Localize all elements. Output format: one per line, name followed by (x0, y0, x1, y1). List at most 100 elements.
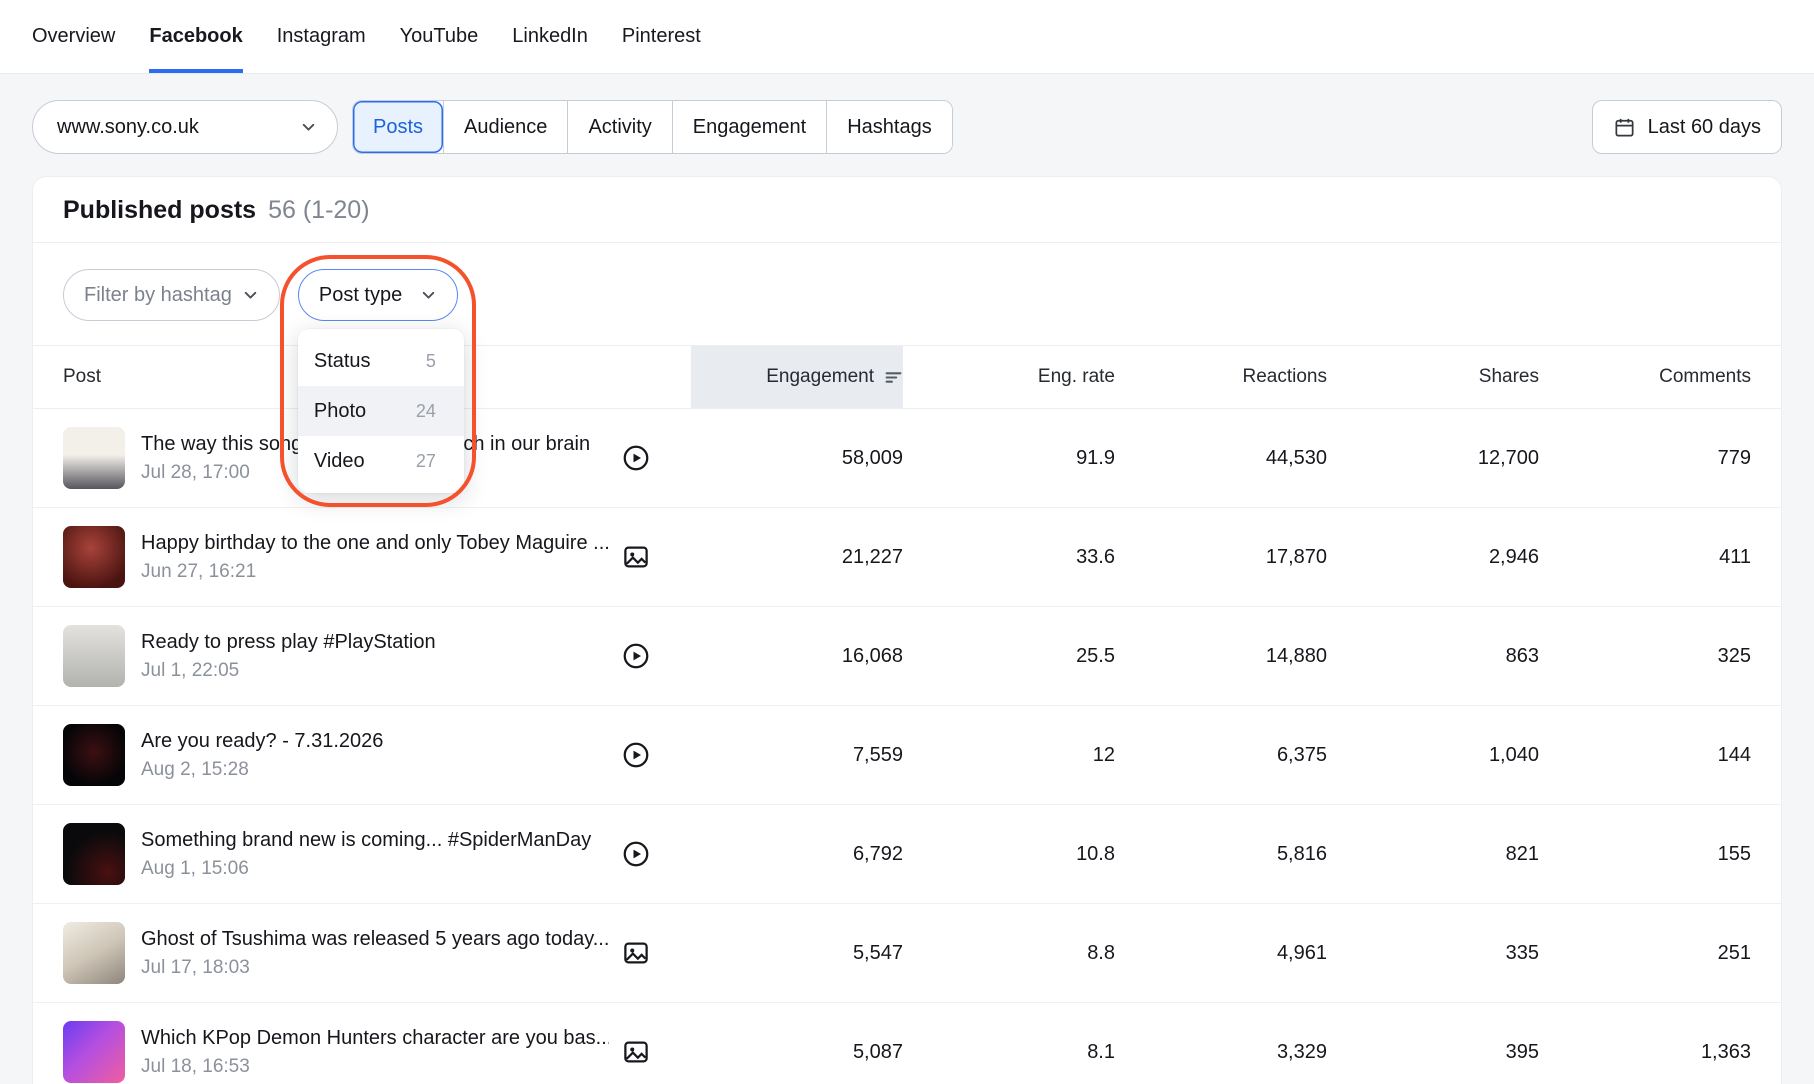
video-icon (621, 641, 651, 671)
post-thumbnail (63, 823, 125, 885)
post-type-menu: Status 5 Photo 24 Video 27 (298, 329, 464, 493)
comments-value: 155 (1539, 843, 1751, 866)
post-cell: Are you ready? - 7.31.2026 Aug 2, 15:28 (63, 724, 691, 786)
eng-rate-value: 8.8 (903, 942, 1115, 965)
post-cell: Which KPop Demon Hunters character are y… (63, 1021, 691, 1083)
menu-item-count: 27 (416, 451, 436, 472)
shares-value: 335 (1327, 942, 1539, 965)
tab-activity[interactable]: Activity (567, 101, 671, 153)
engagement-value: 7,559 (691, 744, 903, 767)
column-header-engagement[interactable]: Engagement (691, 346, 903, 408)
post-date: Aug 1, 15:06 (141, 858, 609, 880)
menu-item-status[interactable]: Status 5 (298, 336, 464, 386)
column-header-reactions[interactable]: Reactions (1115, 346, 1327, 408)
reactions-value: 3,329 (1115, 1041, 1327, 1064)
eng-rate-value: 33.6 (903, 546, 1115, 569)
nav-item-instagram[interactable]: Instagram (277, 0, 366, 73)
post-thumbnail (63, 625, 125, 687)
shares-value: 863 (1327, 645, 1539, 668)
eng-rate-value: 12 (903, 744, 1115, 767)
nav-item-pinterest[interactable]: Pinterest (622, 0, 701, 73)
post-text: Are you ready? - 7.31.2026 Aug 2, 15:28 (141, 730, 621, 781)
eng-rate-value: 8.1 (903, 1041, 1115, 1064)
date-range-button[interactable]: Last 60 days (1592, 100, 1782, 154)
date-range-label: Last 60 days (1648, 116, 1761, 139)
menu-item-label: Photo (314, 400, 366, 423)
table-row[interactable]: Ghost of Tsushima was released 5 years a… (33, 904, 1781, 1003)
reactions-value: 14,880 (1115, 645, 1327, 668)
nav-item-linkedin[interactable]: LinkedIn (512, 0, 588, 73)
table-row[interactable]: Ready to press play #PlayStation Jul 1, … (33, 607, 1781, 706)
shares-value: 1,040 (1327, 744, 1539, 767)
reactions-value: 6,375 (1115, 744, 1327, 767)
table-row[interactable]: Happy birthday to the one and only Tobey… (33, 508, 1781, 607)
menu-item-video[interactable]: Video 27 (298, 436, 464, 486)
tab-hashtags[interactable]: Hashtags (826, 101, 952, 153)
page-title: Published posts (63, 196, 256, 225)
section-tabs: Posts Audience Activity Engagement Hasht… (352, 100, 953, 154)
reactions-value: 44,530 (1115, 447, 1327, 470)
column-header-eng-rate[interactable]: Eng. rate (903, 346, 1115, 408)
table-row[interactable]: The way this song scratches every itch i… (33, 409, 1781, 508)
video-icon (621, 443, 651, 473)
posts-count: 56 (1-20) (268, 196, 369, 225)
post-type-dropdown[interactable]: Post type (298, 269, 458, 321)
filters-row: Filter by hashtag Post type Status 5 Pho… (33, 243, 1781, 345)
nav-item-overview[interactable]: Overview (32, 0, 115, 73)
filter-by-hashtag-label: Filter by hashtag (84, 284, 232, 307)
engagement-value: 21,227 (691, 546, 903, 569)
table-row[interactable]: Are you ready? - 7.31.2026 Aug 2, 15:28 … (33, 706, 1781, 805)
engagement-value: 58,009 (691, 447, 903, 470)
column-header-label: Engagement (766, 366, 874, 388)
post-title: Something brand new is coming... #Spider… (141, 829, 609, 852)
shares-value: 2,946 (1327, 546, 1539, 569)
post-thumbnail (63, 1021, 125, 1083)
post-text: Something brand new is coming... #Spider… (141, 829, 621, 880)
engagement-value: 5,547 (691, 942, 903, 965)
tab-audience[interactable]: Audience (443, 101, 567, 153)
toolbar: www.sony.co.uk Posts Audience Activity E… (0, 74, 1814, 154)
top-nav: Overview Facebook Instagram YouTube Link… (0, 0, 1814, 74)
column-header-shares[interactable]: Shares (1327, 346, 1539, 408)
video-icon (621, 740, 651, 770)
post-title: Are you ready? - 7.31.2026 (141, 730, 609, 753)
chevron-down-icon (242, 287, 259, 304)
sort-desc-icon (884, 368, 903, 387)
engagement-value: 5,087 (691, 1041, 903, 1064)
shares-value: 821 (1327, 843, 1539, 866)
menu-item-count: 24 (416, 401, 436, 422)
photo-icon (621, 938, 651, 968)
filter-by-hashtag-dropdown[interactable]: Filter by hashtag (63, 269, 280, 321)
table-row[interactable]: Which KPop Demon Hunters character are y… (33, 1003, 1781, 1084)
post-thumbnail (63, 526, 125, 588)
card-header: Published posts 56 (1-20) (33, 177, 1781, 243)
table-header: Post Engagement Eng. rate Reactions Shar… (33, 345, 1781, 409)
chevron-down-icon (300, 119, 317, 136)
tab-posts[interactable]: Posts (353, 101, 443, 153)
nav-item-youtube[interactable]: YouTube (400, 0, 479, 73)
post-date: Jul 18, 16:53 (141, 1056, 609, 1078)
menu-item-label: Status (314, 350, 371, 373)
menu-item-photo[interactable]: Photo 24 (298, 386, 464, 436)
post-title: Ready to press play #PlayStation (141, 631, 609, 654)
post-date: Jul 17, 18:03 (141, 957, 609, 979)
comments-value: 779 (1539, 447, 1751, 470)
column-header-comments[interactable]: Comments (1539, 346, 1751, 408)
reactions-value: 17,870 (1115, 546, 1327, 569)
tab-engagement[interactable]: Engagement (672, 101, 826, 153)
domain-select[interactable]: www.sony.co.uk (32, 100, 338, 154)
menu-item-count: 5 (426, 351, 436, 372)
published-posts-card: Published posts 56 (1-20) Filter by hash… (32, 176, 1782, 1084)
table-row[interactable]: Something brand new is coming... #Spider… (33, 805, 1781, 904)
chevron-down-icon (420, 287, 437, 304)
engagement-value: 6,792 (691, 843, 903, 866)
post-title: Ghost of Tsushima was released 5 years a… (141, 928, 609, 951)
nav-item-facebook[interactable]: Facebook (149, 0, 242, 73)
shares-value: 12,700 (1327, 447, 1539, 470)
comments-value: 411 (1539, 546, 1751, 569)
menu-item-label: Video (314, 450, 365, 473)
eng-rate-value: 91.9 (903, 447, 1115, 470)
video-icon (621, 839, 651, 869)
comments-value: 1,363 (1539, 1041, 1751, 1064)
eng-rate-value: 10.8 (903, 843, 1115, 866)
